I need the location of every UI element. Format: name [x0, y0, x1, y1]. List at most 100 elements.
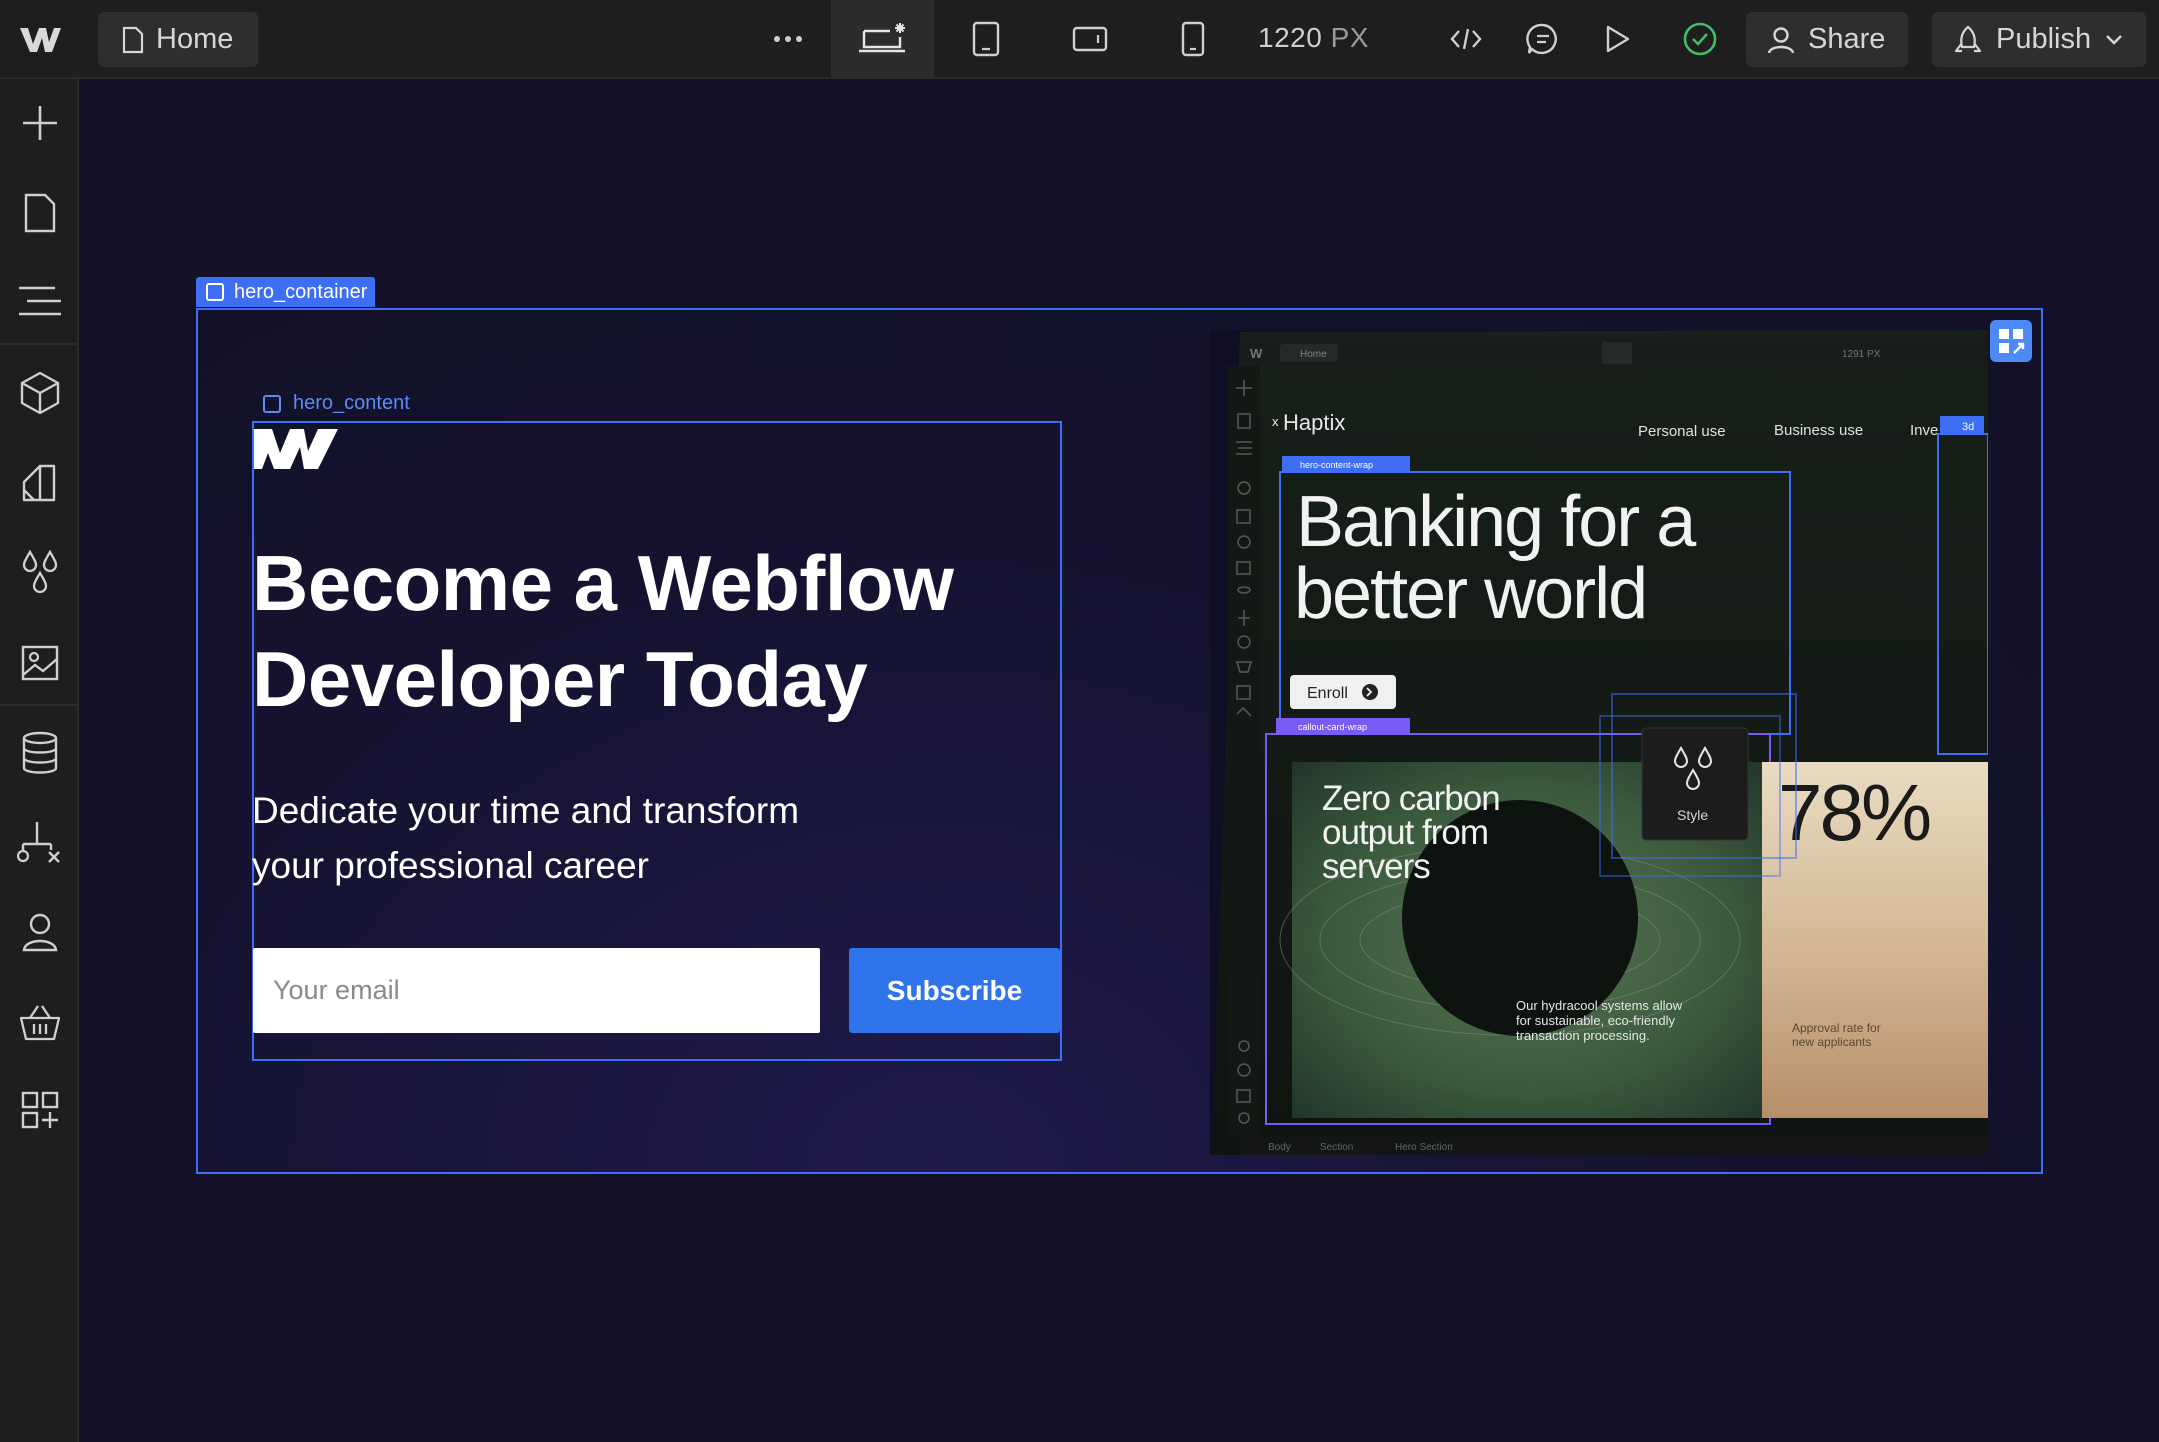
preview-stat-caption-1: Approval rate for: [1792, 1021, 1881, 1035]
variables-button[interactable]: [0, 532, 79, 612]
page-icon: [122, 26, 144, 53]
preview-card-body-2: for sustainable, eco-friendly: [1516, 1013, 1675, 1028]
more-dots-icon: [774, 35, 802, 42]
logic-button[interactable]: [0, 802, 79, 882]
breakpoint-desktop-button[interactable]: [831, 0, 934, 77]
plus-icon: [22, 106, 57, 140]
chevron-down-icon: [2106, 34, 2122, 45]
droplets-icon: [22, 549, 57, 594]
preview-card-tag-label: callout-card-wrap: [1298, 722, 1367, 732]
assets-button[interactable]: [0, 622, 79, 702]
grid-sparkle-icon: [1999, 329, 2025, 354]
designer-preview-image: W Home 1291 PX Body Section Hero Section…: [1210, 330, 1988, 1155]
code-export-button[interactable]: [1440, 0, 1492, 77]
comments-button[interactable]: [1516, 0, 1570, 77]
canvas-width-readout[interactable]: 1220 PX: [1258, 22, 1369, 54]
breakpoint-portrait-button[interactable]: [1164, 0, 1222, 77]
cms-button[interactable]: [0, 713, 79, 793]
hero-content-tag[interactable]: hero_content: [263, 392, 410, 415]
page-selector-button[interactable]: Home: [98, 12, 258, 67]
flow-branch-icon: [16, 822, 60, 863]
preview-brand-prefix: x: [1272, 414, 1279, 429]
share-label: Share: [1808, 23, 1886, 55]
publish-label: Publish: [1996, 23, 2092, 55]
image-icon: [21, 645, 58, 681]
webflow-brand-icon: [254, 429, 338, 469]
ecommerce-button[interactable]: [0, 982, 79, 1062]
preview-brand: Haptix: [1283, 410, 1345, 435]
hero-headline-line-1: Become a Webflow: [252, 539, 954, 627]
play-icon: [1606, 25, 1630, 52]
database-icon: [22, 731, 57, 774]
preview-crumb-hero: Hero Section: [1395, 1142, 1453, 1153]
style-selectors-button[interactable]: [0, 442, 79, 522]
element-box-icon: [206, 283, 224, 301]
hero-content-tag-label: hero_content: [293, 392, 410, 414]
left-sidebar: [0, 79, 79, 1442]
check-circle-icon: [1683, 22, 1717, 55]
webflow-designer: Home 1220 PX Share Publish hero_containe…: [0, 0, 2159, 1442]
status-check-button[interactable]: [1676, 0, 1724, 77]
ai-assistant-icon[interactable]: [1990, 320, 2032, 362]
user-icon: [22, 913, 57, 952]
preview-card-body-1: Our hydracool systems allow: [1516, 998, 1683, 1013]
preview-nav-invest: Inve: [1910, 422, 1938, 439]
comment-icon: [1526, 23, 1557, 54]
preview-headline-line-1: Banking for a: [1296, 482, 1697, 562]
preview-stat-caption-2: new applicants: [1792, 1035, 1871, 1049]
hero-headline-line-2: Developer Today: [252, 635, 868, 723]
user-icon: [1767, 26, 1795, 54]
code-icon: [1450, 28, 1482, 49]
breakpoint-landscape-button[interactable]: [1058, 0, 1122, 77]
components-button[interactable]: [0, 353, 79, 433]
top-toolbar: Home 1220 PX Share Publish: [0, 0, 2159, 79]
preview-stat-value: 78%: [1778, 768, 1930, 857]
hero-subheading-line-2: your professional career: [252, 845, 649, 886]
basket-icon: [19, 1005, 60, 1041]
email-field[interactable]: [253, 948, 820, 1033]
preview-corner-tag-label: 3d: [1962, 421, 1974, 433]
mobile-landscape-icon: [1072, 26, 1108, 51]
preview-button[interactable]: [1594, 0, 1642, 77]
preview-nav-business: Business use: [1774, 422, 1863, 439]
mobile-portrait-icon: [1181, 21, 1205, 56]
more-options-button[interactable]: [760, 0, 816, 77]
preview-nav-personal: Personal use: [1638, 423, 1726, 440]
apps-button[interactable]: [0, 1070, 79, 1150]
element-box-icon: [263, 394, 281, 413]
cube-icon: [20, 371, 59, 415]
hero-container-tag[interactable]: hero_container: [196, 277, 376, 307]
breakpoint-tablet-button[interactable]: [956, 0, 1016, 77]
pages-button[interactable]: [0, 173, 79, 253]
webflow-logo-icon[interactable]: [18, 22, 62, 56]
users-button[interactable]: [0, 892, 79, 972]
canvas-width-unit: PX: [1330, 22, 1369, 53]
rocket-icon: [1954, 25, 1982, 52]
preview-enroll-label: Enroll: [1307, 685, 1348, 702]
tablet-icon: [972, 21, 1000, 56]
hero-container-tag-label: hero_container: [234, 280, 368, 303]
hero-headline: Become a Webflow Developer Today: [252, 535, 1072, 727]
share-button[interactable]: Share: [1746, 12, 1908, 67]
navigator-button[interactable]: [0, 261, 79, 341]
add-elements-button[interactable]: [0, 83, 79, 163]
sidebar-divider: [0, 704, 79, 706]
publish-button[interactable]: Publish: [1932, 12, 2146, 67]
brush-panels-icon: [22, 464, 55, 502]
preview-card-body-3: transaction processing.: [1516, 1028, 1650, 1043]
preview-style-panel: [1641, 727, 1749, 841]
preview-card-title-3: servers: [1322, 847, 1430, 886]
page-selector-label: Home: [156, 23, 234, 55]
navigator-lines-icon: [18, 286, 61, 316]
hero-subheading: Dedicate your time and transform your pr…: [252, 783, 952, 893]
subscribe-button[interactable]: Subscribe: [849, 948, 1060, 1033]
preview-crumb-section: Section: [1320, 1142, 1353, 1153]
preview-logo: W: [1250, 346, 1263, 361]
canvas-width-value: 1220: [1258, 22, 1323, 53]
preview-headline-line-2: better world: [1294, 554, 1646, 634]
hero-subheading-line-1: Dedicate your time and transform: [252, 790, 800, 831]
preview-width-label: 1291 PX: [1842, 349, 1881, 360]
preview-home-label: Home: [1300, 349, 1327, 360]
page-icon: [24, 193, 55, 233]
desktop-star-icon: [858, 22, 905, 52]
